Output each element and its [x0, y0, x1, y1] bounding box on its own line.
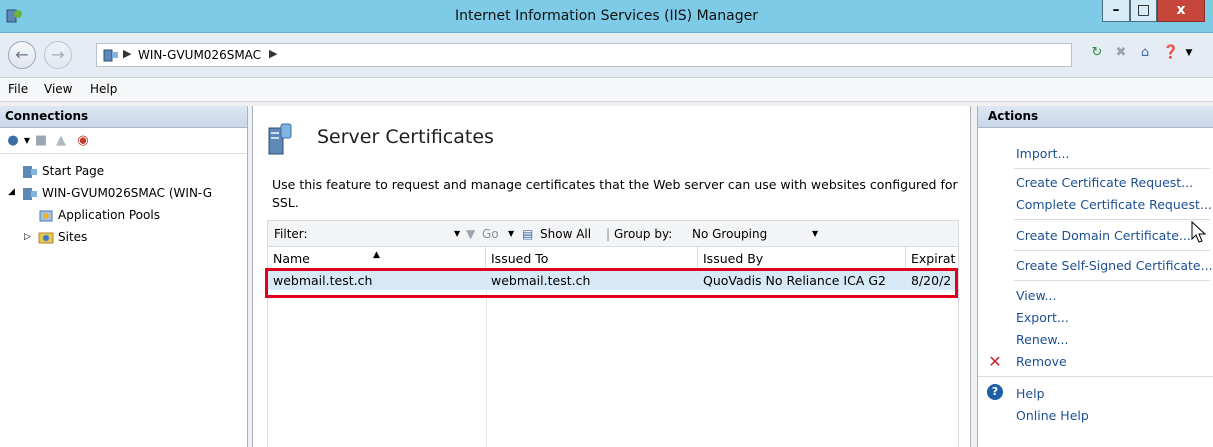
group-by-label: Group by: [614, 227, 673, 241]
save-icon[interactable]: ■ [32, 132, 50, 150]
server-icon [103, 49, 118, 62]
window-title: Internet Information Services (IIS) Mana… [455, 8, 758, 24]
feature-description: Use this feature to request and manage c… [272, 177, 958, 210]
chevron-down-icon[interactable]: ▼ [812, 229, 818, 238]
breadcrumb[interactable]: ▶ WIN-GVUM026SMAC ▶ [96, 43, 1072, 67]
chevron-down-icon[interactable]: ▼ [454, 229, 460, 238]
actions-panel: Actions Import... Create Certificate Req… [977, 106, 1213, 447]
start-page-icon [23, 166, 37, 178]
address-toolbar: ↻ ✖ ⌂ ❓ ▼ [1088, 44, 1208, 66]
breadcrumb-server[interactable]: WIN-GVUM026SMAC [138, 48, 261, 62]
application-pools-icon [39, 210, 53, 222]
filter-funnel-icon: ▼ [466, 227, 476, 241]
action-renew[interactable]: Renew... [1016, 332, 1068, 347]
filter-bar: Filter: ▼ ▼ Go ▼ ▤ Show All | Group by: … [267, 220, 959, 247]
column-header-name[interactable]: Name ▲ [268, 247, 486, 269]
sites-folder-icon [38, 232, 54, 244]
group-by-select[interactable]: No Grouping [692, 227, 767, 241]
mouse-cursor-icon [1191, 221, 1207, 243]
connections-title: Connections [0, 106, 247, 128]
action-remove[interactable]: Remove [1016, 354, 1067, 369]
title-bar: Internet Information Services (IIS) Mana… [0, 0, 1213, 33]
show-all-icon: ▤ [522, 227, 534, 241]
column-header-expiration[interactable]: Expirat [906, 247, 958, 269]
action-complete-certificate-request[interactable]: Complete Certificate Request... [1016, 197, 1212, 212]
menu-bar: File View Help [0, 78, 1213, 102]
expand-icon[interactable]: ▷ [24, 232, 31, 242]
server-certificates-icon [268, 123, 292, 155]
forward-button[interactable]: → [44, 41, 72, 69]
remove-x-icon[interactable]: ✕ [987, 352, 1003, 371]
filter-label: Filter: [274, 227, 308, 241]
table-header: Name ▲ Issued To Issued By Expirat [268, 247, 958, 269]
column-divider [486, 291, 487, 447]
actions-title: Actions [978, 106, 1213, 128]
breadcrumb-separator-icon[interactable]: ▶ [123, 47, 131, 60]
refresh-icon[interactable]: ↻ [1088, 44, 1106, 62]
minimize-button[interactable]: – [1102, 0, 1130, 22]
menu-view[interactable]: View [44, 82, 72, 96]
chevron-down-icon[interactable]: ▼ [508, 229, 514, 238]
sort-ascending-icon: ▲ [373, 250, 380, 260]
connections-toolbar: ● ▼ ■ ▲ ◉ [0, 128, 247, 154]
action-view[interactable]: View... [1016, 288, 1056, 303]
action-export[interactable]: Export... [1016, 310, 1069, 325]
help-icon[interactable]: ? [987, 384, 1003, 400]
actions-divider [1014, 168, 1210, 169]
column-header-issued-to[interactable]: Issued To [486, 247, 698, 269]
actions-divider [978, 376, 1213, 377]
back-button[interactable]: ← [8, 41, 36, 69]
back-arrow-icon: ← [15, 45, 29, 64]
actions-divider [1014, 280, 1210, 281]
disconnect-icon[interactable]: ◉ [74, 132, 92, 150]
action-create-self-signed-certificate[interactable]: Create Self-Signed Certificate... [1016, 258, 1213, 273]
action-import[interactable]: Import... [1016, 146, 1069, 161]
address-bar: ← → ▶ WIN-GVUM026SMAC ▶ ↻ ✖ ⌂ ❓ ▼ [0, 33, 1213, 78]
forward-arrow-icon: → [51, 45, 65, 64]
action-create-certificate-request[interactable]: Create Certificate Request... [1016, 175, 1193, 190]
help-icon[interactable]: ❓ [1162, 44, 1180, 62]
home-icon[interactable]: ⌂ [1136, 44, 1154, 62]
column-header-issued-by[interactable]: Issued By [698, 247, 906, 269]
connections-panel: Connections ● ▼ ■ ▲ ◉ Start Page WIN-GVU… [0, 106, 248, 447]
chevron-down-icon[interactable]: ▼ [1180, 44, 1198, 62]
menu-help[interactable]: Help [90, 82, 117, 96]
stop-icon[interactable]: ✖ [1112, 44, 1130, 62]
actions-divider [1014, 250, 1210, 251]
menu-file[interactable]: File [8, 82, 28, 96]
up-icon[interactable]: ▲ [52, 132, 70, 150]
collapse-icon[interactable]: ◢ [8, 187, 15, 197]
breadcrumb-separator-icon[interactable]: ▶ [269, 47, 277, 60]
toolbar-divider: | [606, 227, 611, 241]
close-button[interactable]: x [1157, 0, 1205, 22]
filter-input[interactable] [314, 224, 454, 243]
server-icon [23, 188, 37, 200]
action-online-help[interactable]: Online Help [1016, 408, 1089, 423]
selection-highlight-box [265, 268, 958, 298]
show-all-button[interactable]: Show All [540, 227, 591, 241]
feature-panel: Server Certificates Use this feature to … [252, 106, 971, 447]
actions-divider [1014, 219, 1210, 220]
maximize-button[interactable]: □ [1130, 0, 1157, 22]
page-title: Server Certificates [317, 126, 494, 148]
go-button[interactable]: Go [482, 227, 499, 241]
action-help[interactable]: Help [1016, 386, 1045, 401]
action-create-domain-certificate[interactable]: Create Domain Certificate... [1016, 228, 1191, 243]
